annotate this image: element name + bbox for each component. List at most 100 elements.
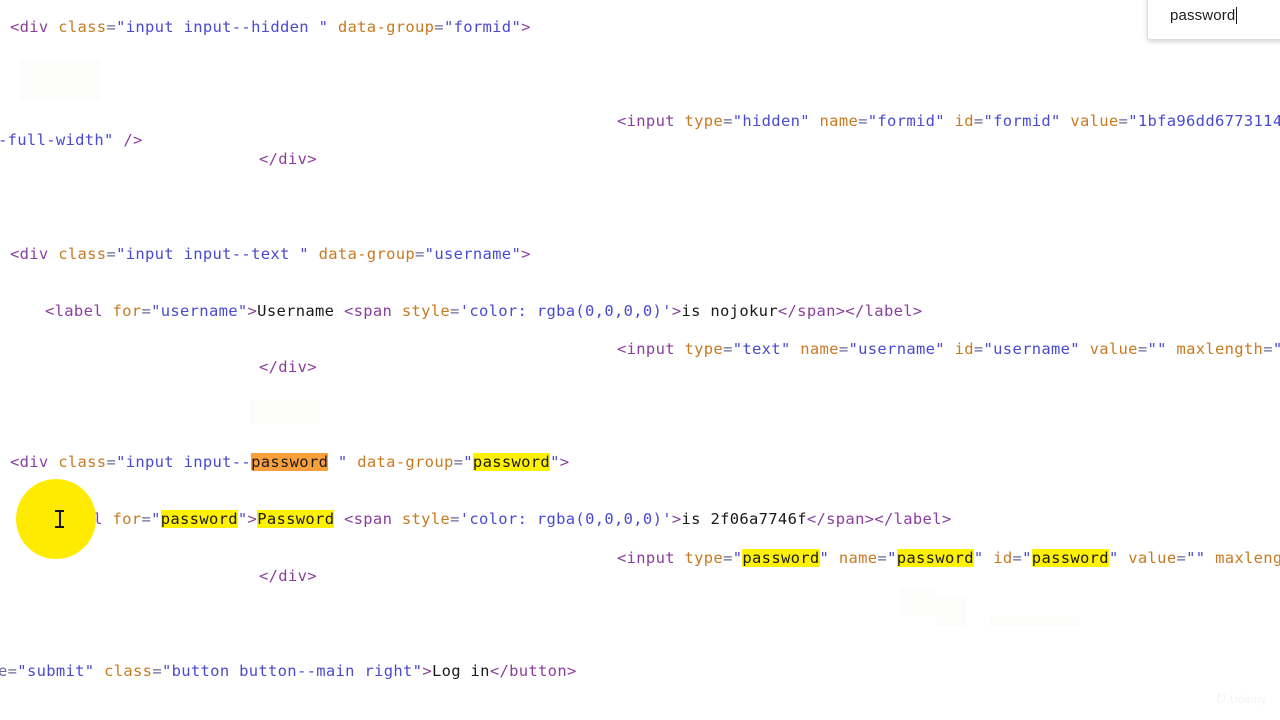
code-token: class [58,245,107,263]
code-token: = [415,245,425,263]
line-username-label: <label for="username">Username <span sty… [45,300,923,322]
code-token: for [112,302,142,320]
code-token: "submit" [17,662,95,680]
code-token: type [684,340,724,358]
code-token: <div [10,18,59,36]
code-token: > [521,18,531,36]
find-input-wrap[interactable]: password [1170,7,1238,24]
line-password-div-close: </div> [259,565,317,587]
code-token: value [1128,549,1177,567]
code-token: = [450,510,460,528]
code-token: = [1263,340,1273,358]
code-token: "formid" [443,18,522,36]
code-token: value [1089,340,1138,358]
code-token: <input [617,112,685,130]
code-token: "" [1273,340,1280,358]
search-match-highlight: password [472,453,551,471]
code-token: class [104,662,153,680]
code-token: = [152,662,162,680]
code-token: "username" [983,340,1080,358]
code-token: 'color: rgba(0,0,0,0)' [459,510,672,528]
code-token: is 2f06a7746f [681,510,807,528]
code-token: </div> [259,567,317,585]
code-token: " [973,549,984,567]
code-token: = [973,112,984,130]
code-token: data-group [318,245,416,263]
page-source-code-view[interactable]: <div class="input input--hidden " data-g… [0,0,1280,720]
search-match-highlight: password [1031,549,1109,567]
code-token: style [401,302,451,320]
code-token: "" [1147,340,1167,358]
find-in-page-bar[interactable]: password [1147,0,1280,40]
code-token: data-group [337,18,435,36]
code-token: "username" [151,302,248,320]
code-token: = [106,18,117,36]
code-token: "formid" [983,112,1061,130]
code-token: name [800,340,839,358]
line-password-label: <label for="password">Password <span sty… [45,508,952,530]
code-token: <label [45,302,113,320]
code-token: </span></label> [806,510,952,528]
line-formid-div-open: <div class="input input--hidden " data-g… [10,16,531,38]
code-token: "button button--main right" [161,662,423,680]
code-token: = [106,453,117,471]
code-token: " [887,549,897,567]
code-token: = [453,453,464,471]
code-token: </div> [259,358,317,376]
code-token: > [671,510,682,528]
code-token: " [732,549,743,567]
code-token: " [819,549,830,567]
line-password-input: <input type="password" name="password" i… [617,547,1280,569]
code-token: = [858,112,868,130]
code-token: > [247,302,258,320]
code-token: " [151,510,161,528]
code-token: e= [0,662,18,680]
code-token: id [954,340,974,358]
find-input-caret [1236,7,1238,24]
code-token: maxlength [1215,549,1280,567]
code-token: type [684,112,724,130]
code-token: > [559,453,570,471]
code-token: id [954,112,974,130]
code-token: "1bfa96dd6773114f2fa8e [1128,112,1280,130]
code-token: <span [343,302,402,320]
code-token: "username" [848,340,945,358]
line-formid-fullwidth: -full-width" /> [0,129,143,151]
code-token: " [1108,549,1119,567]
code-token: "text" [732,340,791,358]
code-token: = [141,510,152,528]
search-match-highlight: password [160,510,238,528]
code-token: "input input-- [116,453,252,471]
code-token: class [58,453,107,471]
code-token: = [1012,549,1023,567]
search-match-highlight: password [896,549,974,567]
code-token: </button> [489,662,577,680]
code-token: "input input--hidden " [116,18,329,36]
code-token: class [58,18,107,36]
page-root: <div class="input input--hidden " data-g… [0,0,1280,720]
search-match-current-highlight: password [251,453,329,471]
code-token: id [993,549,1013,567]
code-token: = [434,18,444,36]
line-formid-div-close: </div> [259,148,317,170]
code-token: "username" [424,245,522,263]
code-token: = [1118,112,1129,130]
code-token: = [106,245,117,263]
search-match-highlight: Password [257,510,335,528]
code-token: > [422,662,432,680]
find-input[interactable]: password [1170,7,1235,24]
line-username-div-close: </div> [259,356,317,378]
code-token: style [401,510,451,528]
